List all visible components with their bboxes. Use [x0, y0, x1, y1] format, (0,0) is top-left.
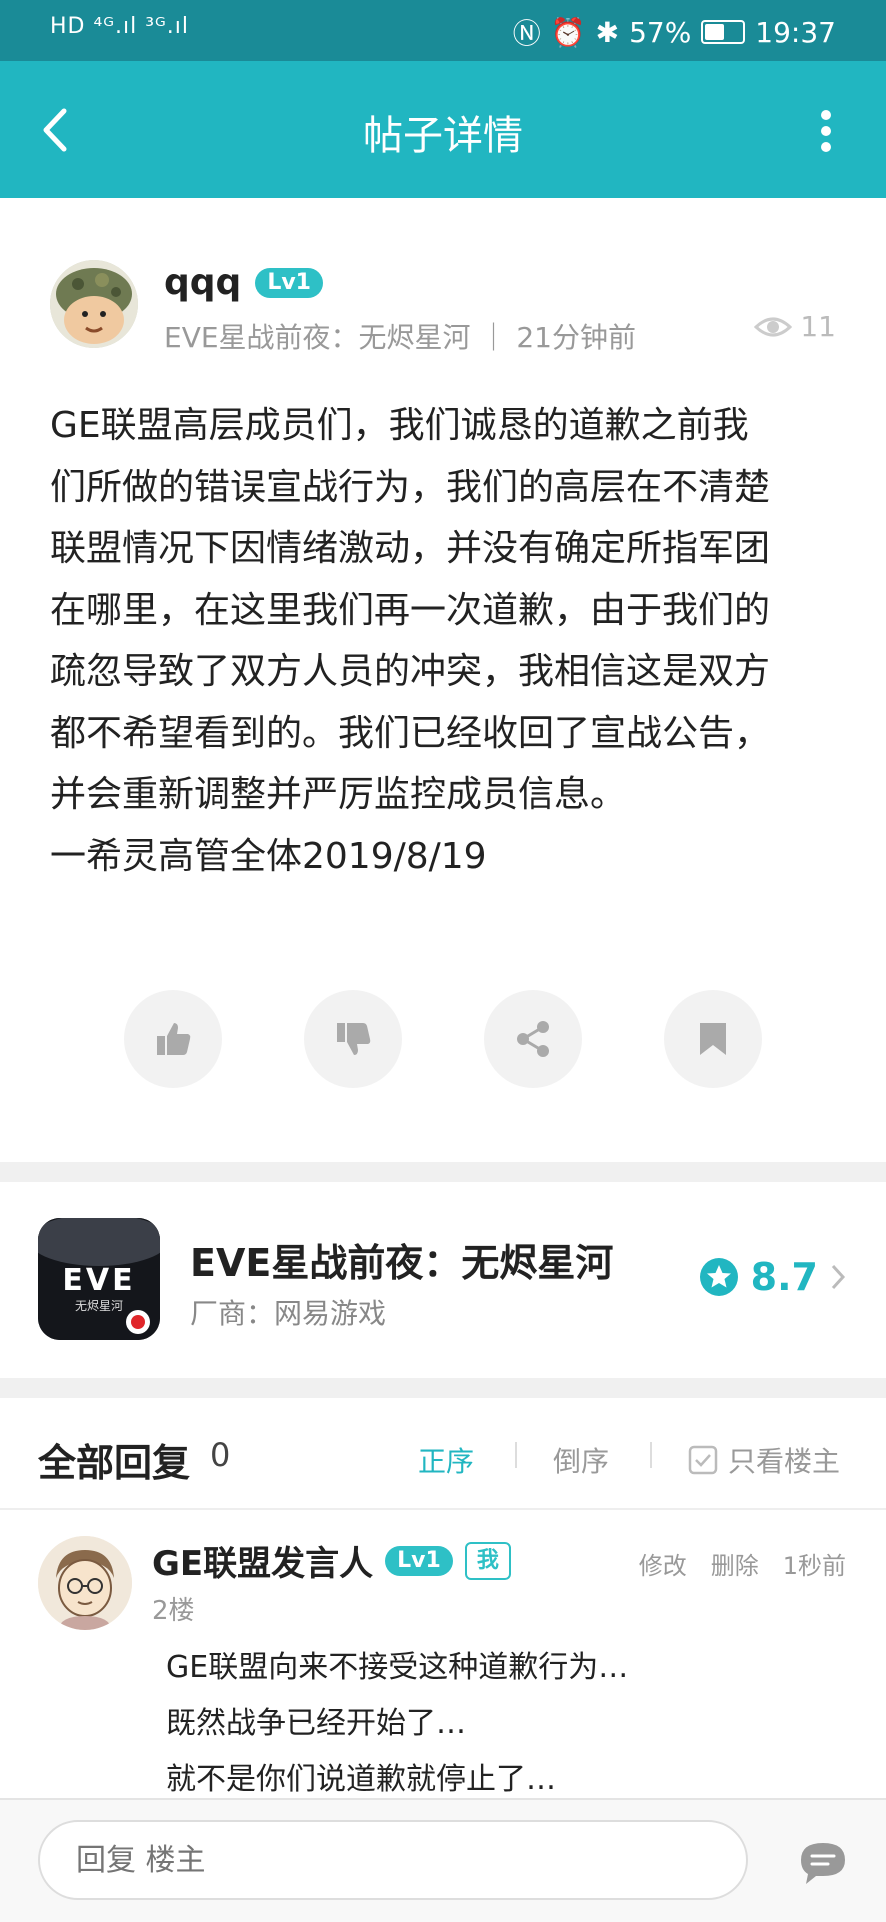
- battery-percent: 57%: [629, 15, 692, 49]
- reply-time: 1秒前: [782, 1552, 846, 1580]
- author-row: qqq Lv1: [164, 262, 323, 303]
- content-line: 疏忽导致了双方人员的冲突，我相信这是双方: [50, 651, 771, 692]
- sort-desc-tab[interactable]: 倒序: [553, 1440, 609, 1480]
- floor-number: 2楼: [152, 1596, 195, 1626]
- status-right: Ⓝ ⏰ ✱ 57% 19:37: [513, 12, 836, 52]
- battery-icon: [701, 20, 746, 44]
- game-name[interactable]: EVE星战前夜：无烬星河: [190, 1232, 613, 1287]
- soldier-avatar-icon: [50, 260, 138, 348]
- content-line: 在哪里，在这里我们再一次道歉，由于我们的: [50, 589, 771, 631]
- cartoon-avatar-icon: [38, 1536, 132, 1630]
- comment-icon[interactable]: [798, 1840, 848, 1886]
- reply-line: GE联盟向来不接受这种道歉行为…: [166, 1650, 629, 1685]
- sort-asc-tab[interactable]: 正序: [418, 1440, 474, 1480]
- star-icon: [699, 1258, 738, 1296]
- replies-title: 全部回复: [38, 1441, 191, 1485]
- nfc-icon: Ⓝ: [512, 17, 541, 50]
- page-title: 帖子详情: [363, 113, 523, 159]
- author-name[interactable]: qqq: [164, 262, 241, 303]
- content-line: GE联盟高层成员们，我们诚恳的道歉之前我: [50, 405, 749, 446]
- bookmark-button[interactable]: [664, 990, 762, 1088]
- only-op-toggle[interactable]: 只看楼主: [688, 1440, 840, 1480]
- svg-text:无烬星河: 无烬星河: [75, 1299, 123, 1313]
- edit-button[interactable]: 修改: [639, 1546, 687, 1581]
- post-meta: EVE星战前夜：无烬星河 ｜ 21分钟前: [164, 321, 636, 354]
- clock: 19:37: [755, 15, 836, 49]
- view-count: 11: [754, 310, 836, 343]
- share-button[interactable]: [484, 990, 582, 1088]
- reply-avatar[interactable]: [38, 1536, 132, 1630]
- author-avatar[interactable]: [50, 260, 138, 348]
- content-line: 都不希望看到的。我们已经收回了宣战公告，: [50, 712, 771, 754]
- section-divider: [0, 1162, 886, 1182]
- view-count-value: 11: [800, 310, 836, 343]
- reply-author-row: GE联盟发言人 Lv1 我: [152, 1536, 511, 1585]
- reply-input[interactable]: [38, 1820, 748, 1900]
- sort-divider: [650, 1442, 652, 1468]
- section-divider: [0, 1378, 886, 1398]
- content-line: 并会重新调整并严厉监控成员信息。: [50, 774, 627, 815]
- alarm-icon: ⏰: [550, 15, 586, 49]
- game-icon[interactable]: EVE 无烬星河: [38, 1218, 160, 1340]
- reply-author-name[interactable]: GE联盟发言人: [152, 1536, 373, 1585]
- eve-logo-icon: EVE 无烬星河: [38, 1218, 160, 1340]
- like-button[interactable]: [124, 990, 222, 1088]
- status-bar: HD ⁴ᴳ.ıl ³ᴳ.ıl Ⓝ ⏰ ✱ 57% 19:37: [0, 0, 886, 61]
- reply-body: GE联盟向来不接受这种道歉行为… 既然战争已经开始了… 就不是你们说道歉就停止了…: [166, 1640, 628, 1808]
- level-badge: Lv1: [385, 1545, 453, 1576]
- me-badge: 我: [464, 1541, 511, 1580]
- svg-text:EVE: EVE: [62, 1263, 135, 1298]
- only-op-label: 只看楼主: [728, 1445, 841, 1478]
- game-vendor: 厂商：网易游戏: [190, 1297, 387, 1330]
- nav-bar: 帖子详情: [0, 61, 886, 198]
- checkbox-icon[interactable]: [688, 1445, 718, 1475]
- content-line: 联盟情况下因情绪激动，并没有确定所指军团: [50, 528, 771, 569]
- rating-value: 8.7: [750, 1255, 818, 1299]
- sort-divider: [515, 1442, 517, 1468]
- replies-count: 0: [210, 1436, 231, 1474]
- content-line: 一希灵高管全体2019/8/19: [50, 835, 487, 877]
- signal-indicators: HD ⁴ᴳ.ıl ³ᴳ.ıl: [50, 14, 190, 39]
- bluetooth-icon: ✱: [595, 15, 620, 49]
- level-badge: Lv1: [255, 267, 323, 298]
- content-line: 们所做的错误宣战行为，我们的高层在不清楚: [50, 466, 771, 508]
- header-divider: [0, 1508, 886, 1510]
- reply-line: 既然战争已经开始了…: [166, 1706, 466, 1741]
- bottom-bar: [0, 1798, 886, 1922]
- post-content: GE联盟高层成员们，我们诚恳的道歉之前我 们所做的错误宣战行为，我们的高层在不清…: [50, 395, 850, 887]
- thumbs-up-icon: [157, 1023, 191, 1055]
- game-rating[interactable]: 8.7: [699, 1255, 846, 1299]
- share-icon: [517, 1021, 549, 1057]
- thumbs-down-icon: [337, 1023, 371, 1055]
- chevron-right-icon: [831, 1264, 846, 1290]
- bookmark-icon: [700, 1023, 726, 1055]
- delete-button[interactable]: 删除: [711, 1546, 759, 1581]
- reply-actions: 修改 删除 1秒前: [639, 1546, 846, 1581]
- dislike-button[interactable]: [304, 990, 402, 1088]
- more-options-icon[interactable]: [820, 109, 832, 153]
- eye-icon: [754, 317, 793, 336]
